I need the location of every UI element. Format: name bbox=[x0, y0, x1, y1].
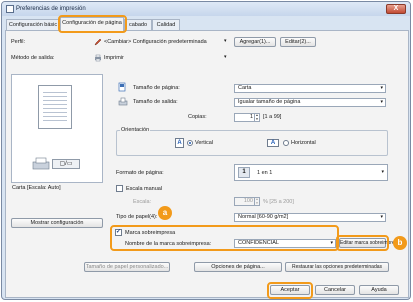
scale-spinner[interactable]: 100 ▲ ▼ bbox=[234, 197, 260, 206]
page-options-button[interactable]: Opciones de página... bbox=[194, 262, 282, 272]
scale-label: Escala: bbox=[133, 199, 152, 205]
profile-value[interactable]: <Cambiar> Configuración predeterminada bbox=[104, 39, 207, 45]
page-format-icon: 1 bbox=[238, 167, 250, 178]
window-title: Preferencias de impresión bbox=[16, 6, 86, 12]
orientation-horizontal-radio[interactable] bbox=[283, 140, 289, 146]
edit-watermark-button[interactable]: Editar marca sobreimpreso... bbox=[339, 238, 404, 248]
printer-app-icon bbox=[6, 5, 14, 13]
printer-graphic-icon bbox=[32, 157, 50, 170]
printing-preferences-window: Preferencias de impresión X Configuració… bbox=[1, 1, 411, 300]
add-profile-button[interactable]: Agregar(1)... bbox=[234, 37, 276, 47]
profile-label: Perfil: bbox=[11, 39, 26, 45]
output-method-dropdown-arrow[interactable]: ▾ bbox=[224, 54, 227, 60]
tab-basic-settings[interactable]: Configuración básic bbox=[6, 19, 60, 30]
copies-label: Copias: bbox=[188, 114, 207, 120]
help-button[interactable]: Ayuda bbox=[359, 285, 399, 295]
portrait-icon: A bbox=[175, 138, 184, 148]
custom-paper-size-button[interactable]: Tamaño de papel personalizado... bbox=[84, 262, 170, 272]
printer-icon bbox=[95, 54, 101, 62]
callout-badge-b: b bbox=[393, 236, 407, 250]
orientation-vertical-label[interactable]: Vertical bbox=[195, 140, 213, 146]
copies-range: [1 a 99] bbox=[263, 114, 282, 120]
copies-spinner[interactable]: 1 ▲ ▼ bbox=[234, 113, 260, 122]
page-preview: ▢/▭ bbox=[11, 74, 103, 183]
page-format-label: Formato de página: bbox=[116, 170, 164, 176]
page-size-icon bbox=[118, 82, 126, 92]
watermark-name-label: Nombre de la marca sobreimpresa: bbox=[125, 241, 212, 247]
title-bar: Preferencias de impresión X bbox=[2, 2, 410, 16]
orientation-horizontal-label[interactable]: Horizontal bbox=[291, 140, 316, 146]
page-size-select[interactable]: Carta ▾ bbox=[234, 84, 386, 93]
orientation-group bbox=[116, 130, 388, 156]
orientation-vertical-radio[interactable] bbox=[187, 140, 193, 146]
page-size-label: Tamaño de página: bbox=[133, 85, 180, 91]
manual-scaling-label[interactable]: Escala manual bbox=[126, 186, 162, 192]
preview-text-lines bbox=[43, 92, 67, 124]
show-settings-button[interactable]: Mostrar configuración bbox=[11, 218, 103, 228]
watermark-check-label[interactable]: Marca sobreimpresa bbox=[125, 230, 175, 236]
tab-quality[interactable]: Calidad bbox=[152, 19, 180, 30]
landscape-icon: A bbox=[267, 139, 279, 147]
ok-button[interactable]: Aceptar bbox=[270, 285, 310, 295]
manual-scaling-checkbox[interactable] bbox=[116, 185, 123, 192]
paper-type-select[interactable]: Normal [60-90 g/m2] ▾ bbox=[234, 213, 386, 222]
watermark-checkbox[interactable]: ✓ bbox=[115, 229, 122, 236]
output-method-value[interactable]: Imprimir bbox=[104, 55, 124, 61]
cancel-button[interactable]: Cancelar bbox=[315, 285, 355, 295]
output-size-icon bbox=[118, 97, 128, 106]
page-format-value: 1 en 1 bbox=[257, 170, 273, 176]
callout-badge-a: a bbox=[158, 206, 172, 220]
tab-finishing[interactable]: cabado bbox=[124, 19, 152, 30]
page-format-dropdown-arrow: ▾ bbox=[381, 169, 384, 175]
pencil-icon bbox=[94, 38, 102, 46]
restore-defaults-button[interactable]: Restaurar las opciones predeterminadas bbox=[285, 262, 389, 272]
orientation-label: Orientación bbox=[120, 127, 151, 133]
close-button[interactable]: X bbox=[386, 4, 406, 14]
paper-type-label: Tipo de papel(4): bbox=[116, 214, 158, 220]
scale-range: % [25 a 200] bbox=[263, 199, 294, 205]
output-size-label: Tamaño de salida: bbox=[133, 99, 178, 105]
output-size-select[interactable]: Igualar tamaño de página ▾ bbox=[234, 98, 386, 107]
preview-caption: Carta [Escala: Auto] bbox=[12, 185, 61, 191]
preview-mode-toggle[interactable]: ▢/▭ bbox=[52, 159, 80, 169]
preview-page bbox=[38, 85, 72, 129]
profile-dropdown-arrow[interactable]: ▾ bbox=[224, 38, 227, 44]
tab-page-setup[interactable]: Configuración de página bbox=[60, 17, 124, 31]
page-format-select[interactable]: 1 1 en 1 ▾ bbox=[234, 164, 388, 181]
edit-profile-button[interactable]: Editar(2)... bbox=[280, 37, 316, 47]
watermark-name-select[interactable]: CONFIDENCIAL ▾ bbox=[234, 239, 336, 248]
output-method-label: Método de salida: bbox=[11, 55, 55, 61]
